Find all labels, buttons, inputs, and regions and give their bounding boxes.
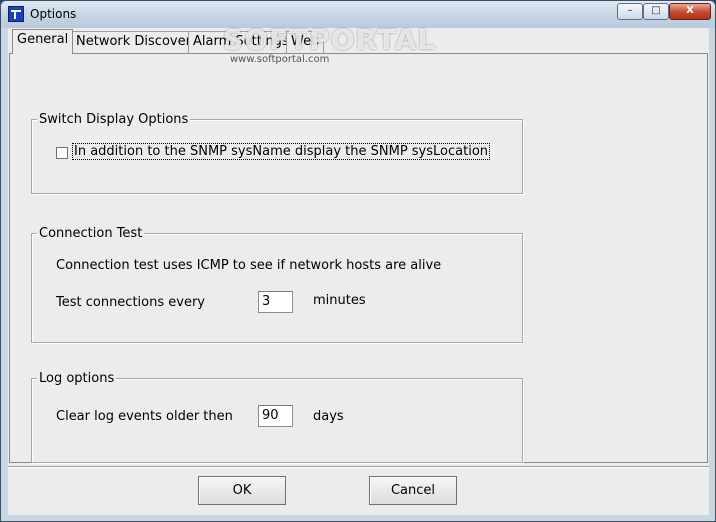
connection-test-group: Connection Test Connection test uses ICM… — [31, 226, 523, 343]
ok-button[interactable]: OK — [198, 476, 286, 505]
test-interval-label: Test connections every — [56, 295, 205, 310]
softportal-watermark-url: www.softportal.com — [230, 54, 330, 65]
dialog-client: General Network Discovery Alarm Settings… — [8, 28, 709, 515]
tab-network-discovery[interactable]: Network Discovery — [71, 31, 204, 53]
maximize-button[interactable]: □ — [643, 3, 669, 20]
connection-test-legend: Connection Test — [37, 226, 145, 241]
tab-general[interactable]: General — [12, 29, 74, 54]
options-window: Options – □ X General Network Discovery … — [0, 0, 716, 522]
test-interval-unit: minutes — [313, 293, 366, 308]
minimize-button[interactable]: – — [617, 3, 643, 20]
cancel-button[interactable]: Cancel — [369, 476, 457, 505]
switch-display-options-legend: Switch Display Options — [37, 112, 191, 127]
clear-log-days-input[interactable]: 90 — [258, 405, 293, 427]
clear-log-label: Clear log events older then — [56, 409, 233, 424]
switch-display-options-group: Switch Display Options In addition to th… — [31, 112, 523, 194]
softportal-watermark: SOFTPORTAL — [223, 23, 437, 56]
syslocation-checkbox[interactable] — [56, 147, 68, 159]
connection-test-description: Connection test uses ICMP to see if netw… — [56, 258, 442, 273]
button-separator — [8, 466, 709, 468]
log-options-legend: Log options — [37, 371, 117, 386]
log-options-group: Log options Clear log events older then … — [31, 371, 523, 463]
close-button[interactable]: X — [669, 3, 711, 20]
syslocation-checkbox-label[interactable]: In addition to the SNMP sysName display … — [72, 143, 491, 160]
general-tab-panel: Switch Display Options In addition to th… — [9, 53, 708, 463]
window-title: Options — [30, 7, 77, 21]
clear-log-unit: days — [313, 409, 344, 424]
app-icon — [8, 6, 24, 22]
test-interval-input[interactable]: 3 — [258, 291, 293, 313]
